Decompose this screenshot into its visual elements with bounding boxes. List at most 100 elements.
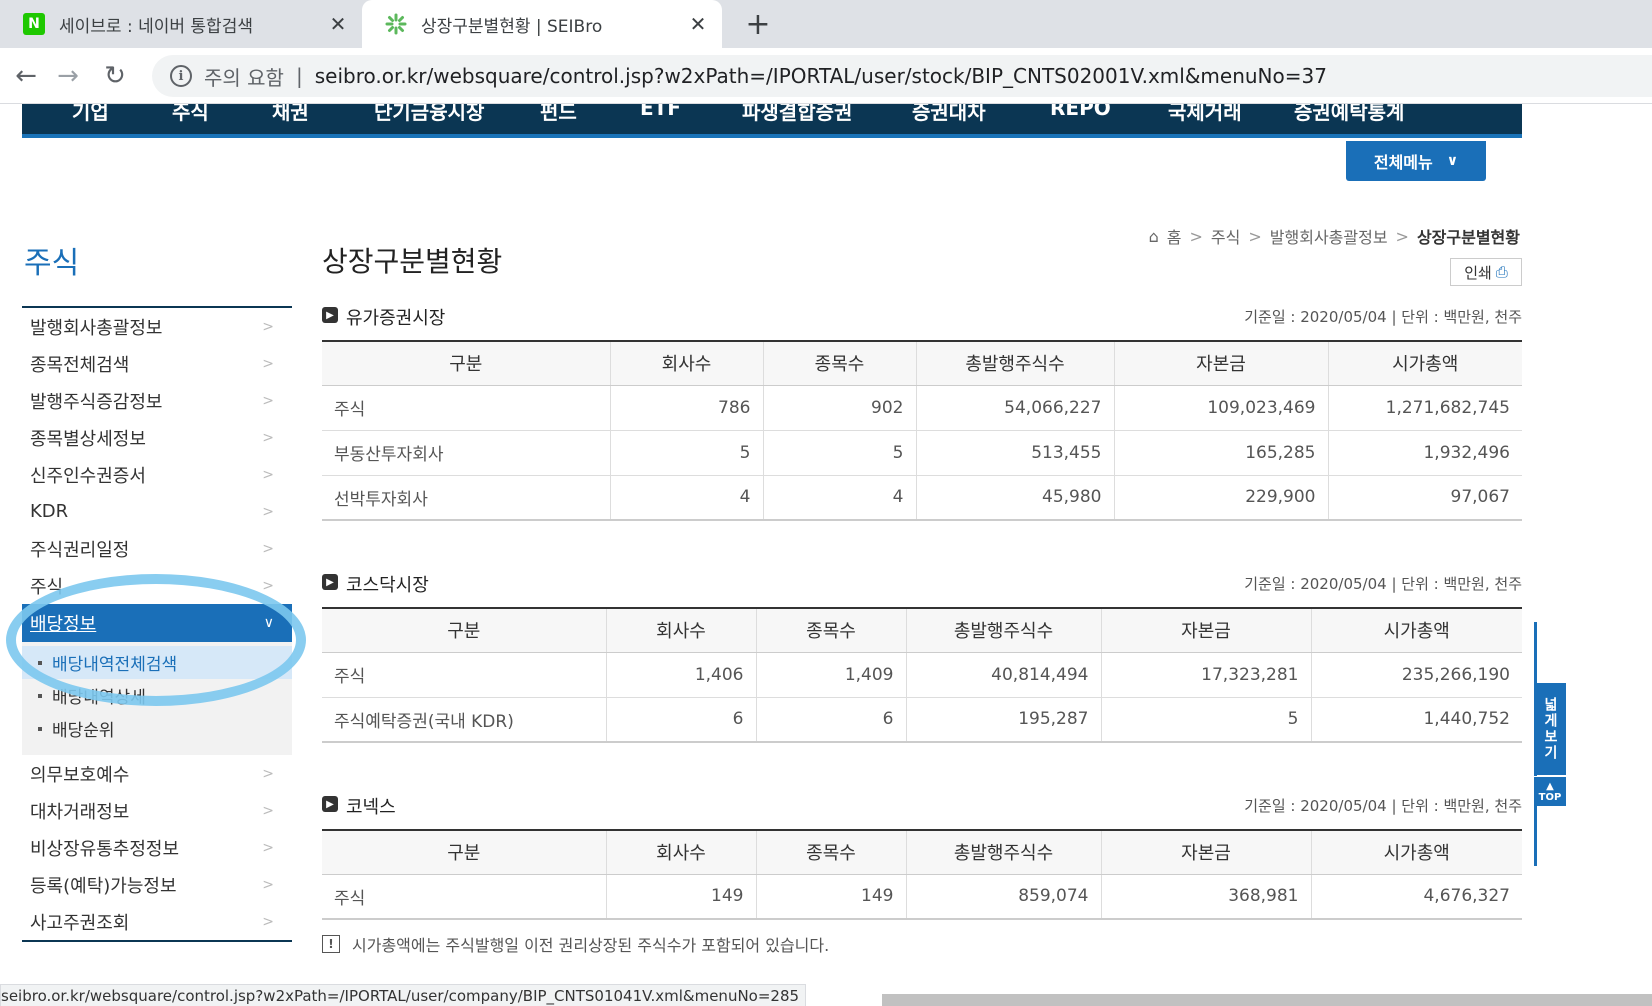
table-cell: 4 <box>762 475 916 521</box>
table-cell: 149 <box>755 874 906 920</box>
seibro-icon <box>385 13 407 35</box>
bullet-icon <box>38 693 42 698</box>
scroll-top-button[interactable]: ▲ TOP <box>1534 776 1566 806</box>
breadcrumb-stock[interactable]: 주식 <box>1211 224 1240 248</box>
col-header: 시가총액 <box>1327 341 1522 386</box>
footnote-text: 시가총액에는 주식발행일 이전 권리상장된 주식수가 포함되어 있습니다. <box>352 936 830 955</box>
section-arrow-icon: ▶ <box>322 574 338 590</box>
wide-view-button[interactable]: 넓게보기 <box>1534 683 1566 775</box>
table-cell: 1,406 <box>605 652 756 698</box>
table-cell: 786 <box>609 385 763 431</box>
lnb-item-dividend[interactable]: 배당정보 ∨ <box>22 604 292 642</box>
browser-tab-naver[interactable]: N 세이브로 : 네이버 통합검색 ✕ <box>0 0 362 48</box>
section-meta: 기준일 : 2020/05/04 | 단위 : 백만원, 천주 <box>1244 308 1522 326</box>
info-icon[interactable]: i <box>170 65 192 87</box>
table-cell: 229,900 <box>1113 475 1328 521</box>
gnb-item-short-term[interactable]: 단기금융시장 <box>374 104 484 125</box>
print-button[interactable]: 인쇄 ⎙ <box>1450 258 1522 286</box>
lnb-item-share-change[interactable]: 발행주식증감정보 > <box>22 382 292 419</box>
gnb-item-fund[interactable]: 펀드 <box>540 104 577 125</box>
status-bar-url: seibro.or.kr/websquare/control.jsp?w2xPa… <box>0 984 807 1006</box>
kosdaq-table: 구분 회사수 종목수 총발행주식수 자본금 시가총액 주식 1,406 1,40… <box>322 607 1522 743</box>
lnb-item-unlisted[interactable]: 비상장유통추정정보 > <box>22 829 292 866</box>
browser-tab-bar: N 세이브로 : 네이버 통합검색 ✕ 상장구분별현황 | SEIBro ✕ + <box>0 0 1652 48</box>
gnb-item-derivative[interactable]: 파생결합증권 <box>742 104 852 125</box>
col-header: 회사수 <box>609 341 763 386</box>
close-icon[interactable]: ✕ <box>684 12 712 36</box>
lnb-sub-item-dividend-search[interactable]: 배당내역전체검색 <box>22 646 292 679</box>
forward-arrow-icon[interactable]: → <box>52 60 84 92</box>
security-status[interactable]: 주의 요함 <box>204 62 284 91</box>
lnb-item-label: KDR <box>30 501 69 522</box>
lnb-sub-item-dividend-detail[interactable]: 배당내역상세 <box>22 679 292 712</box>
chevron-right-icon: > <box>262 429 274 446</box>
breadcrumb-current: 상장구분별현황 <box>1416 228 1520 247</box>
table-cell: 368,981 <box>1100 874 1311 920</box>
col-header: 회사수 <box>605 830 756 875</box>
lnb-item-lost-cert[interactable]: 사고주권조회 > <box>22 903 292 940</box>
lnb-item-stock-partial[interactable]: 주식 > <box>22 567 292 604</box>
chevron-right-icon: > <box>262 392 274 409</box>
gnb-item-stats[interactable]: 증권예탁통계 <box>1294 104 1404 125</box>
lnb-item-label: 발행주식증감정보 <box>30 391 163 413</box>
lnb-item-stock-search[interactable]: 종목전체검색 > <box>22 345 292 382</box>
gnb-item-lending[interactable]: 증권대차 <box>912 104 986 125</box>
bullet-icon <box>38 726 42 731</box>
gnb-item-company[interactable]: 기업 <box>72 104 109 125</box>
lnb-sub-label: 배당내역상세 <box>52 688 146 708</box>
chevron-right-icon: > <box>262 577 274 594</box>
breadcrumb-home[interactable]: 홈 <box>1167 224 1182 248</box>
all-menu-button[interactable]: 전체메뉴 ∨ <box>1346 141 1486 181</box>
lnb-item-stock-detail[interactable]: 종목별상세정보 > <box>22 419 292 456</box>
close-icon[interactable]: ✕ <box>324 12 352 36</box>
lnb-item-issuer-summary[interactable]: 발행회사총괄정보 > <box>22 308 292 345</box>
lnb-sub-label: 배당내역전체검색 <box>52 655 178 675</box>
browser-tab-seibro[interactable]: 상장구분별현황 | SEIBro ✕ <box>362 0 722 48</box>
gnb-item-stock[interactable]: 주식 <box>172 104 209 125</box>
col-header: 시가총액 <box>1310 830 1522 875</box>
breadcrumb-issuer[interactable]: 발행회사총괄정보 <box>1270 224 1388 248</box>
browser-toolbar: ← → ↻ i 주의 요함 | seibro.or.kr/websquare/c… <box>0 48 1652 104</box>
table-cell: 6 <box>605 697 756 743</box>
section-title: 코넥스 <box>346 797 396 818</box>
all-menu-label: 전체메뉴 <box>1373 153 1433 172</box>
lnb-item-lockup[interactable]: 의무보호예수 > <box>22 755 292 792</box>
gnb-item-bond[interactable]: 채권 <box>272 104 309 125</box>
lnb-item-rights-schedule[interactable]: 주식권리일정 > <box>22 530 292 567</box>
col-header: 총발행주식수 <box>915 341 1114 386</box>
lnb-item-label: 발행회사총괄정보 <box>30 317 163 339</box>
table-cell: 1,440,752 <box>1310 697 1522 743</box>
back-arrow-icon[interactable]: ← <box>10 60 42 92</box>
lnb-sub-label: 배당순위 <box>52 721 115 741</box>
table-cell: 주식 <box>322 385 610 431</box>
gnb-item-etf[interactable]: ETF <box>640 104 681 120</box>
lnb-item-label: 신주인수권증서 <box>30 465 146 487</box>
lnb-item-warrant[interactable]: 신주인수권증서 > <box>22 456 292 493</box>
section-title: 코스닥시장 <box>346 575 429 596</box>
chevron-right-icon: > <box>262 318 274 335</box>
new-tab-button[interactable]: + <box>740 6 776 42</box>
url-text[interactable]: seibro.or.kr/websquare/control.jsp?w2xPa… <box>315 64 1327 88</box>
col-header: 종목수 <box>762 341 916 386</box>
chevron-right-icon: > <box>262 540 274 557</box>
top-label: TOP <box>1538 791 1562 803</box>
table-cell: 54,066,227 <box>915 385 1114 431</box>
gnb-item-intl[interactable]: 국제거래 <box>1168 104 1242 125</box>
address-bar[interactable]: i 주의 요함 | seibro.or.kr/websquare/control… <box>152 55 1652 97</box>
table-cell: 5 <box>1100 697 1311 743</box>
home-icon[interactable]: ⌂ <box>1149 227 1159 246</box>
naver-icon: N <box>23 13 45 35</box>
table-row: 주식예탁증권(국내 KDR) 6 6 195,287 5 1,440,752 <box>322 697 1522 743</box>
lnb-item-label: 사고주권조회 <box>30 912 130 934</box>
lnb-item-registrable[interactable]: 등록(예탁)가능정보 > <box>22 866 292 903</box>
lnb-item-kdr[interactable]: KDR > <box>22 493 292 530</box>
table-cell: 1,409 <box>755 652 906 698</box>
reload-icon[interactable]: ↻ <box>99 60 131 92</box>
table-row: 주식 1,406 1,409 40,814,494 17,323,281 235… <box>322 652 1522 698</box>
printer-icon: ⎙ <box>1495 263 1508 281</box>
lnb-item-lending-info[interactable]: 대차거래정보 > <box>22 792 292 829</box>
gnb-item-repo[interactable]: REPO <box>1050 104 1111 120</box>
lnb-sub-item-dividend-rank[interactable]: 배당순위 <box>22 712 292 745</box>
table-cell: 5 <box>609 430 763 476</box>
horizontal-scrollbar[interactable] <box>882 994 1652 1006</box>
